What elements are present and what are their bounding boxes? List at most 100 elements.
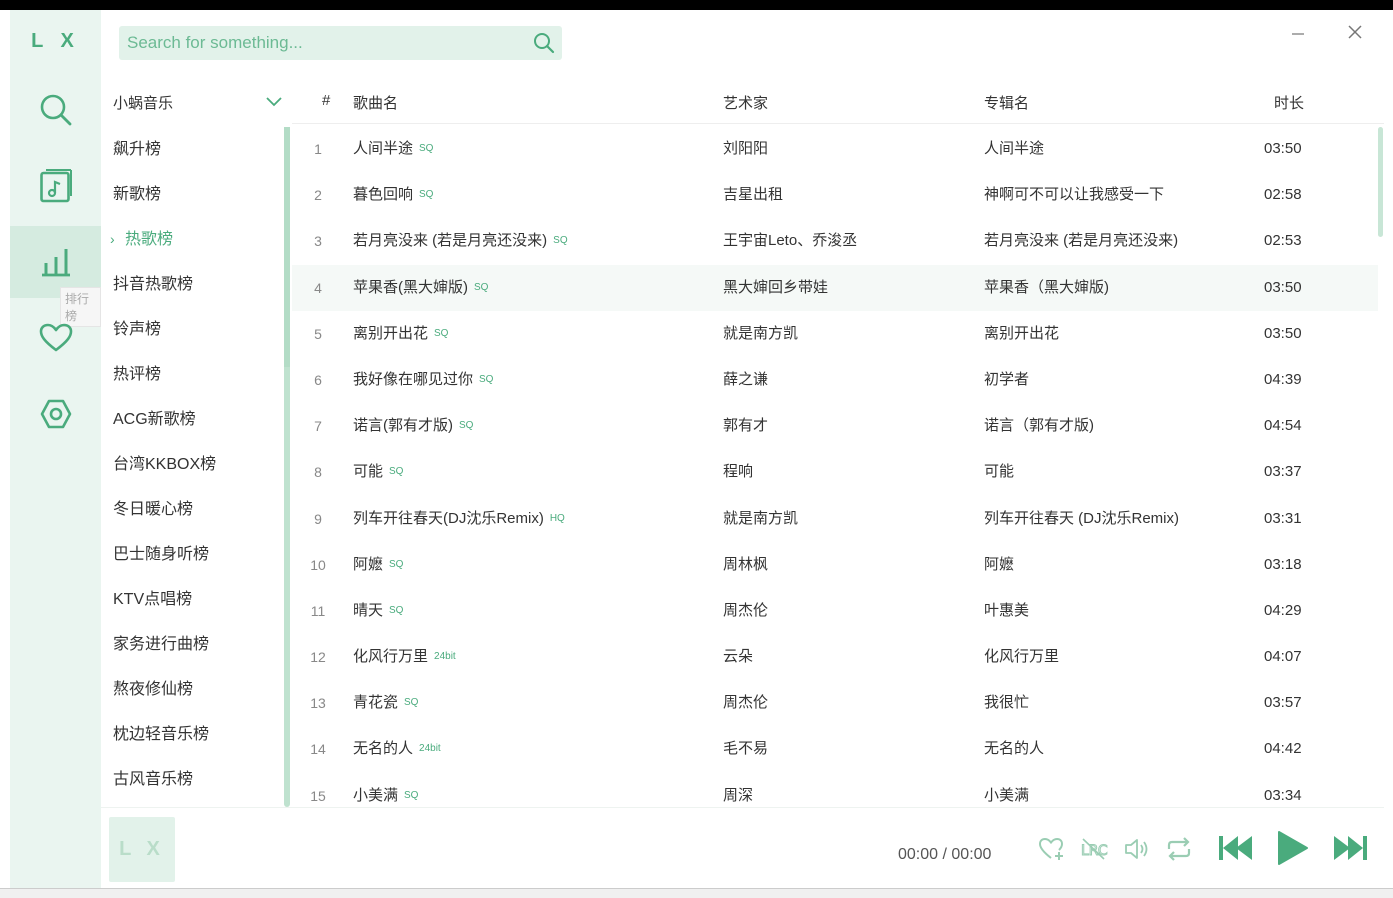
- leaderboard-item-label: 热评榜: [113, 366, 162, 383]
- nav-songlist[interactable]: [10, 150, 101, 222]
- leaderboard-item[interactable]: 铃声榜: [101, 307, 284, 352]
- song-row[interactable]: 15 小美满 SQ 周深 小美满 03:34: [292, 773, 1378, 807]
- quality-badge: SQ: [404, 789, 419, 801]
- leaderboard-item[interactable]: 熬夜修仙榜: [101, 667, 284, 712]
- leaderboard-item[interactable]: KTV点唱榜: [101, 577, 284, 622]
- quality-badge: SQ: [479, 373, 494, 385]
- song-album: 初学者: [984, 370, 1030, 388]
- song-row[interactable]: 1 人间半途 SQ 刘阳阳 人间半途 03:50: [292, 126, 1378, 172]
- leaderboard-item[interactable]: 巴士随身听榜: [101, 532, 284, 577]
- song-duration: 04:07: [1264, 648, 1302, 666]
- song-name: 诺言(郭有才版): [353, 417, 453, 435]
- leaderboard-item[interactable]: 新歌榜: [101, 172, 284, 217]
- nav-search[interactable]: [10, 74, 101, 146]
- leaderboard-item[interactable]: 家务进行曲榜: [101, 622, 284, 667]
- leaderboard-item[interactable]: 古风音乐榜: [101, 757, 284, 802]
- category-scrollbar[interactable]: [284, 127, 290, 807]
- song-row[interactable]: 11 晴天 SQ 周杰伦 叶惠美 04:29: [292, 588, 1378, 634]
- song-row[interactable]: 6 我好像在哪见过你 SQ 薛之谦 初学者 04:39: [292, 357, 1378, 403]
- song-row[interactable]: 4 苹果香(黑大婶版) SQ 黑大婶回乡带娃 苹果香（黑大婶版) 03:50: [292, 264, 1378, 311]
- song-name-cell: 小美满 SQ: [353, 773, 418, 807]
- song-album: 阿嬷: [984, 555, 1015, 573]
- song-name: 可能: [353, 463, 384, 481]
- search-submit-button[interactable]: [526, 26, 562, 60]
- heart-icon: [39, 323, 72, 352]
- source-label: 小蜗音乐: [113, 94, 174, 112]
- leaderboard-item-label: 抖音热歌榜: [113, 276, 194, 293]
- song-index: 2: [314, 187, 322, 204]
- song-artist: 周林枫: [723, 555, 769, 573]
- col-album[interactable]: 专辑名: [984, 92, 1029, 113]
- song-album: 叶惠美: [984, 601, 1030, 619]
- previous-button[interactable]: [1217, 831, 1255, 865]
- song-name-cell: 无名的人 24bit: [353, 726, 441, 772]
- song-row[interactable]: 3 若月亮没来 (若是月亮还没来) SQ 王宇宙Leto、乔浚丞 若月亮没来 (若是月亮…: [292, 218, 1378, 264]
- quality-badge: SQ: [404, 697, 419, 709]
- song-album: 人间半途: [984, 140, 1045, 157]
- next-button[interactable]: [1331, 831, 1369, 865]
- song-album: 化风行万里: [984, 648, 1060, 666]
- song-duration: 03:50: [1264, 324, 1302, 342]
- song-row[interactable]: 8 可能 SQ 程响 可能 03:37: [292, 449, 1378, 495]
- album-cover[interactable]: L X: [109, 817, 175, 882]
- leaderboard-item[interactable]: 热评榜: [101, 352, 284, 397]
- volume-button[interactable]: [1123, 835, 1151, 863]
- minimize-icon: [1292, 33, 1304, 35]
- col-artist[interactable]: 艺术家: [723, 92, 768, 113]
- song-album: 离别开出花: [984, 324, 1060, 342]
- song-row[interactable]: 13 青花瓷 SQ 周杰伦 我很忙 03:57: [292, 680, 1378, 726]
- lyrics-button[interactable]: LRC: [1079, 835, 1109, 863]
- play-button[interactable]: [1275, 829, 1311, 867]
- leaderboard-item-label: 巴士随身听榜: [113, 546, 210, 563]
- search-input[interactable]: [119, 26, 526, 60]
- song-album: 诺言（郭有才版): [984, 417, 1094, 435]
- song-row[interactable]: 14 无名的人 24bit 毛不易 无名的人 04:42: [292, 726, 1378, 772]
- quality-badge: SQ: [553, 235, 568, 247]
- source-select[interactable]: 小蜗音乐: [113, 88, 286, 116]
- leaderboard-item[interactable]: 抖音热歌榜: [101, 262, 284, 307]
- song-name-cell: 暮色回响 SQ: [353, 172, 433, 218]
- song-name-cell: 我好像在哪见过你 SQ: [353, 357, 493, 403]
- leaderboard-item[interactable]: ACG新歌榜: [101, 397, 284, 442]
- repeat-button[interactable]: [1165, 835, 1193, 863]
- song-table-header: # 歌曲名 艺术家 专辑名 时长: [292, 88, 1384, 124]
- song-row[interactable]: 12 化风行万里 24bit 云朵 化风行万里 04:07: [292, 634, 1378, 680]
- leaderboard-item[interactable]: › 热歌榜: [101, 217, 284, 262]
- col-name[interactable]: 歌曲名: [353, 92, 398, 113]
- leaderboard-item[interactable]: 枕边轻音乐榜: [101, 712, 284, 757]
- nav-settings[interactable]: [10, 378, 101, 450]
- song-row[interactable]: 2 暮色回响 SQ 吉星出租 神啊可不可以让我感受一下 02:58: [292, 172, 1378, 218]
- quality-badge: SQ: [389, 466, 404, 478]
- song-album: 我很忙: [984, 694, 1030, 712]
- song-duration: 04:54: [1264, 417, 1302, 435]
- song-name: 列车开往春天(DJ沈乐Remix): [353, 509, 544, 527]
- leaderboard-item[interactable]: 台湾KKBOX榜: [101, 442, 284, 487]
- leaderboard-item[interactable]: 飙升榜: [101, 127, 284, 172]
- song-index: 11: [310, 602, 326, 619]
- song-duration: 03:57: [1264, 694, 1302, 712]
- quality-badge: SQ: [459, 420, 474, 432]
- song-duration: 02:58: [1264, 186, 1302, 204]
- add-favorite-button[interactable]: [1037, 835, 1065, 863]
- close-button[interactable]: [1341, 18, 1369, 46]
- song-row[interactable]: 10 阿嬷 SQ 周林枫 阿嬷 03:18: [292, 542, 1378, 588]
- song-row[interactable]: 5 离别开出花 SQ 就是南方凯 离别开出花 03:50: [292, 311, 1378, 357]
- song-name-cell: 晴天 SQ: [353, 588, 403, 634]
- song-list-scrollbar[interactable]: [1378, 127, 1383, 807]
- song-row[interactable]: 9 列车开往春天(DJ沈乐Remix) HQ 就是南方凯 列车开往春天 (DJ沈乐Rem…: [292, 496, 1378, 542]
- col-duration[interactable]: 时长: [1274, 92, 1304, 113]
- nav-favorites[interactable]: [10, 302, 101, 374]
- song-artist: 周深: [723, 786, 754, 804]
- desktop-top-edge: [0, 0, 1393, 10]
- song-duration: 04:29: [1264, 601, 1302, 619]
- minimize-button[interactable]: [1284, 18, 1312, 46]
- song-name-cell: 可能 SQ: [353, 449, 403, 495]
- song-artist: 刘阳阳: [723, 140, 769, 157]
- song-name: 小美满: [353, 786, 399, 804]
- song-row[interactable]: 7 诺言(郭有才版) SQ 郭有才 诺言（郭有才版) 04:54: [292, 403, 1378, 449]
- quality-badge: SQ: [474, 281, 489, 293]
- leaderboard-item-label: 家务进行曲榜: [113, 636, 210, 653]
- song-index: 8: [314, 464, 322, 481]
- song-name-cell: 离别开出花 SQ: [353, 311, 448, 357]
- leaderboard-item[interactable]: 冬日暖心榜: [101, 487, 284, 532]
